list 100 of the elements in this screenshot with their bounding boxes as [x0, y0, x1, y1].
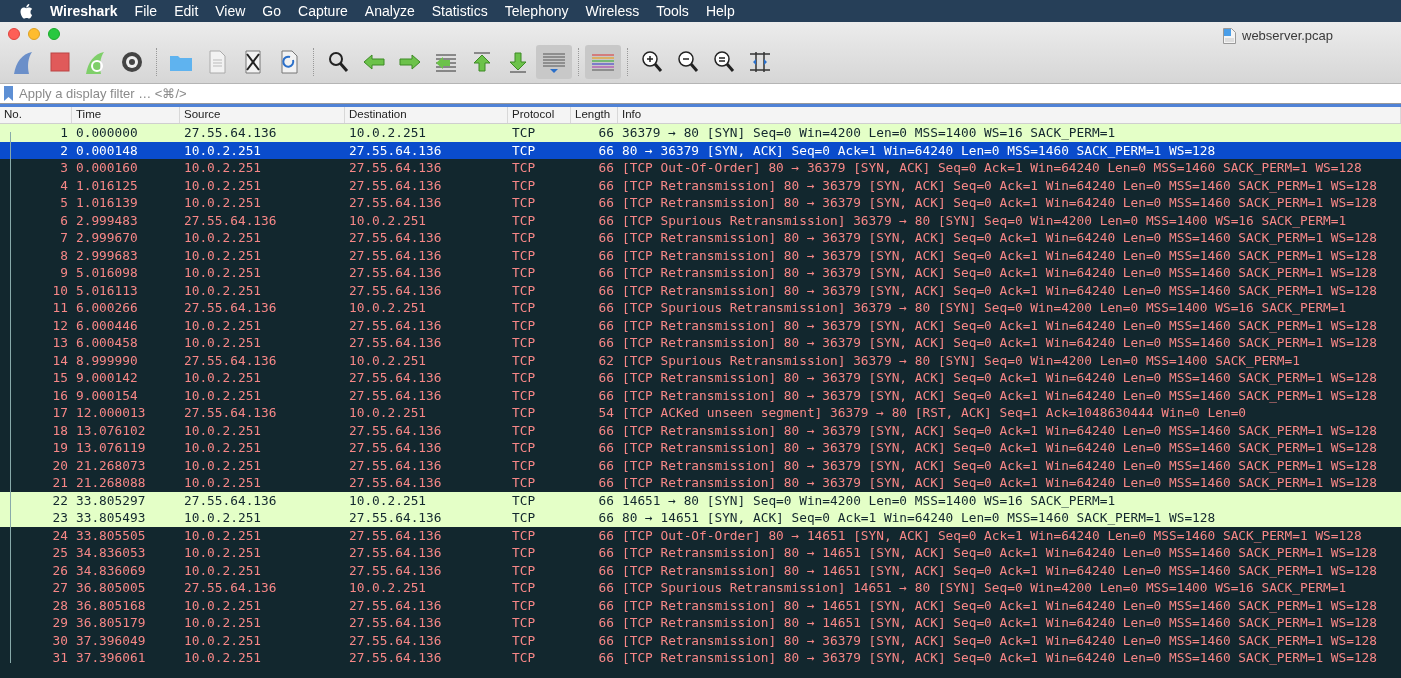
column-header[interactable]: Source — [184, 106, 221, 124]
table-cell: 13 — [52, 335, 68, 351]
menu-item[interactable]: Capture — [298, 0, 348, 22]
table-cell: 29 — [52, 615, 68, 631]
packet-row[interactable]: 1 0.000000 27.55.64.136 10.0.2.251 TCP 66 36379 → 80 [SYN] Seq=0 Win=4200 Len=0 MSS=1400 WS=16 SACK_PERM=1 — [0, 124, 1401, 142]
table-cell: 10.0.2.251 — [184, 265, 262, 281]
table-cell: [TCP ACKed unseen segment] 36379 → 80 [RST, ACK] Seq=1 Ack=1048630444 Win=0 Len=0 — [622, 405, 1247, 421]
table-cell: 66 — [598, 160, 614, 176]
table-cell: 0.000160 — [76, 160, 138, 176]
menu-item[interactable]: Edit — [174, 0, 199, 22]
table-cell: 27.55.64.136 — [349, 510, 442, 526]
table-cell: TCP — [512, 475, 536, 491]
zoom-button[interactable] — [48, 28, 60, 40]
table-cell: TCP — [512, 632, 536, 648]
table-cell: TCP — [512, 230, 536, 246]
table-cell: TCP — [512, 125, 536, 141]
table-cell: 10.0.2.251 — [184, 160, 262, 176]
table-cell: 10.0.2.251 — [184, 457, 262, 473]
table-cell: 66 — [598, 265, 614, 281]
column-header[interactable]: Length — [575, 106, 611, 124]
table-cell: 16 — [52, 387, 68, 403]
table-cell: 27.55.64.136 — [349, 160, 442, 176]
table-cell: 9.000142 — [76, 370, 138, 386]
autoscroll-toggle[interactable] — [536, 45, 572, 79]
table-cell: 36.805168 — [76, 597, 146, 613]
table-cell: 66 — [598, 527, 614, 543]
table-cell: 66 — [598, 282, 614, 298]
menu-item[interactable]: File — [134, 0, 158, 22]
table-cell: 6.000266 — [76, 300, 138, 316]
column-header[interactable]: No. — [4, 106, 22, 124]
table-cell: 0.000000 — [76, 125, 138, 141]
column-header[interactable]: Destination — [349, 106, 407, 124]
table-cell: 17 — [52, 405, 68, 421]
table-cell: 66 — [598, 195, 614, 211]
table-cell: 36379 → 80 [SYN] Seq=0 Win=4200 Len=0 MSS=1400 WS=16 SACK_PERM=1 — [622, 125, 1116, 141]
table-cell: 10.0.2.251 — [184, 370, 262, 386]
table-cell: TCP — [512, 352, 536, 368]
table-cell: 66 — [598, 475, 614, 491]
menu-item[interactable]: View — [215, 0, 246, 22]
window-title: webserver.pcap — [1242, 27, 1334, 45]
table-cell: 8.999990 — [76, 352, 138, 368]
table-cell: [TCP Retransmission] 80 → 36379 [SYN, ACK] Seq=0 Ack=1 Win=64240 Len=0 MSS=1460 SACK_PERM=1 WS=128 — [622, 422, 1378, 438]
column-header[interactable]: Info — [622, 106, 642, 124]
table-cell: 10.0.2.251 — [184, 562, 262, 578]
table-cell: 28 — [52, 597, 68, 613]
table-cell: [TCP Retransmission] 80 → 36379 [SYN, ACK] Seq=0 Ack=1 Win=64240 Len=0 MSS=1460 SACK_PERM=1 WS=128 — [622, 370, 1378, 386]
menu-item[interactable]: Statistics — [431, 0, 488, 22]
table-cell: 27.55.64.136 — [349, 195, 442, 211]
table-cell: 66 — [598, 562, 614, 578]
column-header[interactable]: Time — [76, 106, 102, 124]
close-button[interactable] — [8, 28, 20, 40]
column-header[interactable]: Protocol — [512, 106, 555, 124]
table-cell: 14651 → 80 [SYN] Seq=0 Win=4200 Len=0 MSS=1400 WS=16 SACK_PERM=1 — [622, 492, 1116, 508]
table-cell: 10.0.2.251 — [184, 317, 262, 333]
table-cell: 10.0.2.251 — [349, 300, 427, 316]
table-cell: 27.55.64.136 — [349, 247, 442, 263]
menu-item[interactable]: Analyze — [364, 0, 415, 22]
table-cell: 4 — [60, 177, 68, 193]
minimize-button[interactable] — [28, 28, 40, 40]
table-cell: TCP — [512, 265, 536, 281]
table-cell: TCP — [512, 247, 536, 263]
table-cell: 18 — [52, 422, 68, 438]
table-cell: TCP — [512, 492, 536, 508]
table-cell: [TCP Retransmission] 80 → 36379 [SYN, ACK] Seq=0 Ack=1 Win=64240 Len=0 MSS=1460 SACK_PERM=1 WS=128 — [622, 632, 1378, 648]
app-menu[interactable]: Wireshark — [50, 0, 118, 22]
menu-item[interactable]: Help — [705, 0, 735, 22]
table-cell: 80 → 14651 [SYN, ACK] Seq=0 Ack=1 Win=64240 Len=0 MSS=1460 SACK_PERM=1 WS=128 — [622, 510, 1216, 526]
table-cell: 5 — [60, 195, 68, 211]
menu-item[interactable]: Wireless — [585, 0, 640, 22]
table-cell: 27.55.64.136 — [349, 440, 442, 456]
table-cell: 10.0.2.251 — [184, 632, 262, 648]
packet-row[interactable]: 23 33.805493 10.0.2.251 27.55.64.136 TCP 66 80 → 14651 [SYN, ACK] Seq=0 Ack=1 Win=64240 Len=0 MSS=1460 SACK_PERM=1 WS=128 — [0, 509, 1401, 527]
table-cell: 9.000154 — [76, 387, 138, 403]
menu-item[interactable]: Go — [262, 0, 282, 22]
table-cell: 10.0.2.251 — [184, 247, 262, 263]
table-cell: 5.016098 — [76, 265, 138, 281]
table-cell: TCP — [512, 160, 536, 176]
table-cell: 36.805179 — [76, 615, 146, 631]
menu-item[interactable]: Tools — [656, 0, 689, 22]
table-cell: 27.55.64.136 — [184, 580, 277, 596]
colorize-toggle[interactable] — [585, 45, 621, 79]
table-cell: 1.016139 — [76, 195, 138, 211]
table-cell: 33.805297 — [76, 492, 146, 508]
table-cell: 27.55.64.136 — [349, 562, 442, 578]
apple-logo-icon[interactable] — [20, 3, 33, 19]
table-cell: [TCP Out-Of-Order] 80 → 14651 [SYN, ACK] Seq=0 Ack=1 Win=64240 Len=0 MSS=1460 SACK_PERM=1 WS=128 — [622, 527, 1362, 543]
menu-item[interactable]: Telephony — [504, 0, 569, 22]
table-cell: 10.0.2.251 — [349, 580, 427, 596]
table-cell: 19 — [52, 440, 68, 456]
table-cell: 20 — [52, 457, 68, 473]
table-cell: 34.836053 — [76, 545, 146, 561]
table-cell: 54 — [598, 405, 614, 421]
table-cell: [TCP Retransmission] 80 → 36379 [SYN, ACK] Seq=0 Ack=1 Win=64240 Len=0 MSS=1460 SACK_PERM=1 WS=128 — [622, 440, 1378, 456]
table-cell: 27.55.64.136 — [349, 317, 442, 333]
table-cell: 27.55.64.136 — [184, 492, 277, 508]
table-cell: [TCP Retransmission] 80 → 14651 [SYN, ACK] Seq=0 Ack=1 Win=64240 Len=0 MSS=1460 SACK_PERM=1 WS=128 — [622, 615, 1378, 631]
table-cell: 27.55.64.136 — [349, 422, 442, 438]
table-cell: [TCP Spurious Retransmission] 36379 → 80 [SYN] Seq=0 Win=4200 Len=0 MSS=1400 WS=16 SACK_PERM=1 — [622, 212, 1347, 228]
table-cell: TCP — [512, 650, 536, 666]
table-cell: [TCP Spurious Retransmission] 14651 → 80 [SYN] Seq=0 Win=4200 Len=0 MSS=1400 WS=16 SACK_PERM=1 — [622, 580, 1347, 596]
